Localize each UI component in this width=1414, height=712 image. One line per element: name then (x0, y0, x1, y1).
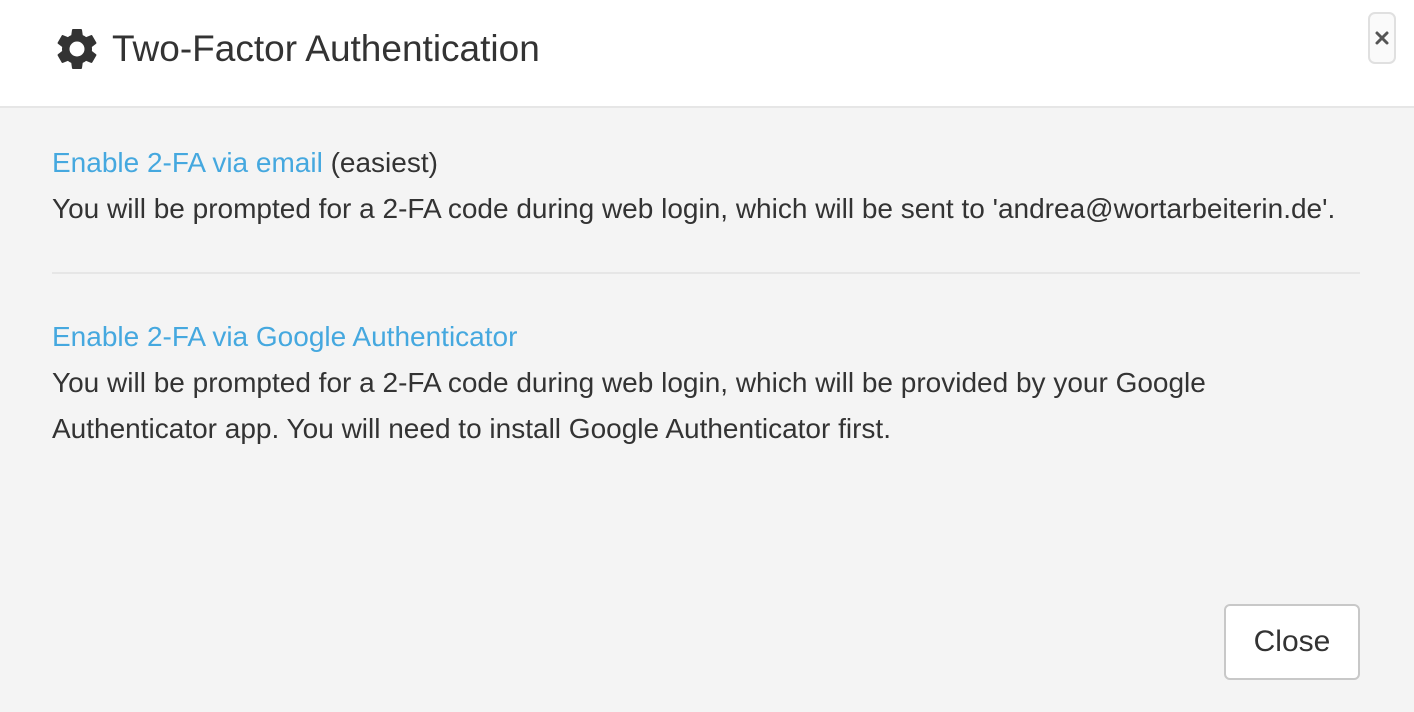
modal-title: Two-Factor Authentication (112, 28, 540, 69)
modal-header: Two-Factor Authentication (0, 0, 1414, 108)
enable-2fa-google-authenticator-link[interactable]: Enable 2-FA via Google Authenticator (52, 321, 517, 352)
option-email-suffix: (easiest) (322, 147, 438, 178)
close-icon (1375, 31, 1389, 45)
option-google-authenticator-description: You will be prompted for a 2-FA code dur… (52, 367, 1206, 444)
option-google-authenticator: Enable 2-FA via Google Authenticator You… (52, 314, 1360, 452)
option-email: Enable 2-FA via email (easiest) You will… (52, 140, 1360, 232)
close-icon-button[interactable] (1368, 12, 1396, 64)
close-button[interactable]: Close (1224, 604, 1360, 680)
option-email-description: You will be prompted for a 2-FA code dur… (52, 193, 1336, 224)
enable-2fa-email-link[interactable]: Enable 2-FA via email (52, 147, 323, 178)
divider (52, 272, 1360, 274)
gear-icon (57, 28, 97, 69)
modal-title-row: Two-Factor Authentication (52, 24, 540, 74)
modal-body: Enable 2-FA via email (easiest) You will… (52, 140, 1360, 452)
